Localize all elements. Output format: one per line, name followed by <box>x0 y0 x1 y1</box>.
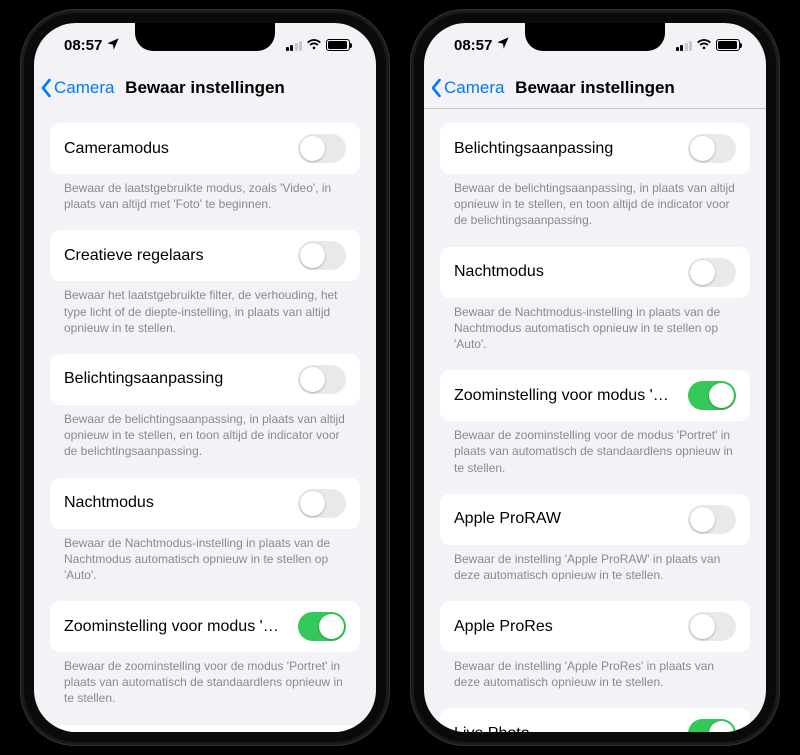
back-label: Camera <box>54 78 114 98</box>
battery-icon <box>716 39 740 51</box>
setting-group: Apple ProRes Bewaar de instelling 'Apple … <box>440 601 750 690</box>
cellular-icon <box>286 40 303 51</box>
setting-footer: Bewaar de laatstgebruikte modus, zoals '… <box>50 174 360 212</box>
toggle-switch[interactable] <box>298 134 346 163</box>
setting-group: Belichtingsaanpassing Bewaar de belichtin… <box>50 354 360 460</box>
back-button[interactable]: Camera <box>40 78 114 98</box>
location-icon <box>106 37 120 54</box>
settings-list[interactable]: Cameramodus Bewaar de laatstgebruikte mod… <box>34 109 376 732</box>
back-button[interactable]: Camera <box>430 78 504 98</box>
setting-label: Belichtingsaanpassing <box>454 140 613 158</box>
nav-title: Bewaar instellingen <box>125 78 285 98</box>
setting-group: Apple ProRAW Bewaar de instelling 'Apple … <box>440 494 750 583</box>
cellular-icon <box>676 40 693 51</box>
setting-footer: Bewaar het laatstgebruikte filter, de ve… <box>50 281 360 336</box>
battery-icon <box>326 39 350 51</box>
setting-label: Zoominstelling voor modus 'Portr… <box>64 618 279 636</box>
toggle-switch[interactable] <box>688 134 736 163</box>
setting-label: Zoominstelling voor modus 'Portr… <box>454 387 669 405</box>
toggle-switch[interactable] <box>688 258 736 287</box>
setting-footer: Bewaar de Nachtmodus-instelling in plaat… <box>440 298 750 353</box>
location-icon <box>496 36 510 54</box>
setting-row[interactable]: Apple ProRes <box>440 601 750 652</box>
setting-label: Apple ProRes <box>454 618 553 636</box>
nav-title: Bewaar instellingen <box>515 78 675 98</box>
setting-footer: Bewaar de belichtingsaanpassing, in plaa… <box>440 174 750 229</box>
setting-row[interactable]: Belichtingsaanpassing <box>440 123 750 174</box>
toggle-switch[interactable] <box>688 612 736 641</box>
toggle-switch[interactable] <box>298 241 346 270</box>
setting-label: Creatieve regelaars <box>64 247 204 265</box>
setting-row[interactable]: Creatieve regelaars <box>50 230 360 281</box>
setting-label: Belichtingsaanpassing <box>64 370 223 388</box>
setting-row[interactable]: Zoominstelling voor modus 'Portr… <box>440 370 750 421</box>
setting-group: Creatieve regelaars Bewaar het laatstgebr… <box>50 230 360 336</box>
setting-footer: Bewaar de instelling 'Apple ProRes' in p… <box>440 652 750 690</box>
setting-label: Apple ProRAW <box>454 510 561 528</box>
notch <box>525 23 665 51</box>
setting-group: Zoominstelling voor modus 'Portr… Bewaar … <box>440 370 750 476</box>
toggle-switch[interactable] <box>298 612 346 641</box>
toggle-switch[interactable] <box>688 719 736 732</box>
setting-group: Nachtmodus Bewaar de Nachtmodus-instellin… <box>50 478 360 584</box>
setting-label: Live Photo <box>454 725 530 732</box>
setting-group: Nachtmodus Bewaar de Nachtmodus-instellin… <box>440 247 750 353</box>
setting-label: Nachtmodus <box>454 263 544 281</box>
status-time: 08:57 <box>454 37 492 54</box>
status-time: 08:57 <box>64 37 102 54</box>
settings-list[interactable]: Belichtingsaanpassing Bewaar de belichtin… <box>424 109 766 732</box>
setting-footer: Bewaar de instelling 'Apple ProRAW' in p… <box>440 545 750 583</box>
setting-label: Nachtmodus <box>64 494 154 512</box>
nav-bar: Camera Bewaar instellingen <box>34 67 376 109</box>
setting-group: Zoominstelling voor modus 'Portr… Bewaar … <box>50 601 360 707</box>
setting-row[interactable]: Cameramodus <box>50 123 360 174</box>
toggle-switch[interactable] <box>688 381 736 410</box>
setting-group: Belichtingsaanpassing Bewaar de belichtin… <box>440 123 750 229</box>
setting-group: Cameramodus Bewaar de laatstgebruikte mod… <box>50 123 360 212</box>
setting-footer: Bewaar de Nachtmodus-instelling in plaat… <box>50 529 360 584</box>
back-label: Camera <box>444 78 504 98</box>
setting-row[interactable]: Apple ProRAW <box>440 494 750 545</box>
setting-row[interactable]: Zoominstelling voor modus 'Portr… <box>50 601 360 652</box>
chevron-left-icon <box>430 78 442 98</box>
setting-row[interactable]: Nachtmodus <box>50 478 360 529</box>
wifi-icon <box>306 37 322 54</box>
setting-row[interactable]: Apple ProRAW <box>50 725 360 732</box>
nav-bar: Camera Bewaar instellingen <box>424 67 766 109</box>
setting-row[interactable]: Belichtingsaanpassing <box>50 354 360 405</box>
setting-footer: Bewaar de belichtingsaanpassing, in plaa… <box>50 405 360 460</box>
setting-footer: Bewaar de zoominstelling voor de modus '… <box>50 652 360 707</box>
setting-label: Cameramodus <box>64 140 169 158</box>
toggle-switch[interactable] <box>688 505 736 534</box>
toggle-switch[interactable] <box>298 489 346 518</box>
setting-row[interactable]: Live Photo <box>440 708 750 732</box>
setting-group: Live PhotoBewaar de Live Photo-instellin… <box>440 708 750 732</box>
notch <box>135 23 275 51</box>
setting-group: Apple ProRAWBewaar de instelling 'Apple … <box>50 725 360 732</box>
chevron-left-icon <box>40 78 52 98</box>
setting-footer: Bewaar de zoominstelling voor de modus '… <box>440 421 750 476</box>
phone-frame-left: 08:57 Camera <box>21 10 389 745</box>
wifi-icon <box>696 37 712 54</box>
toggle-switch[interactable] <box>298 365 346 394</box>
phone-frame-right: 08:57 Camera <box>411 10 779 745</box>
setting-row[interactable]: Nachtmodus <box>440 247 750 298</box>
